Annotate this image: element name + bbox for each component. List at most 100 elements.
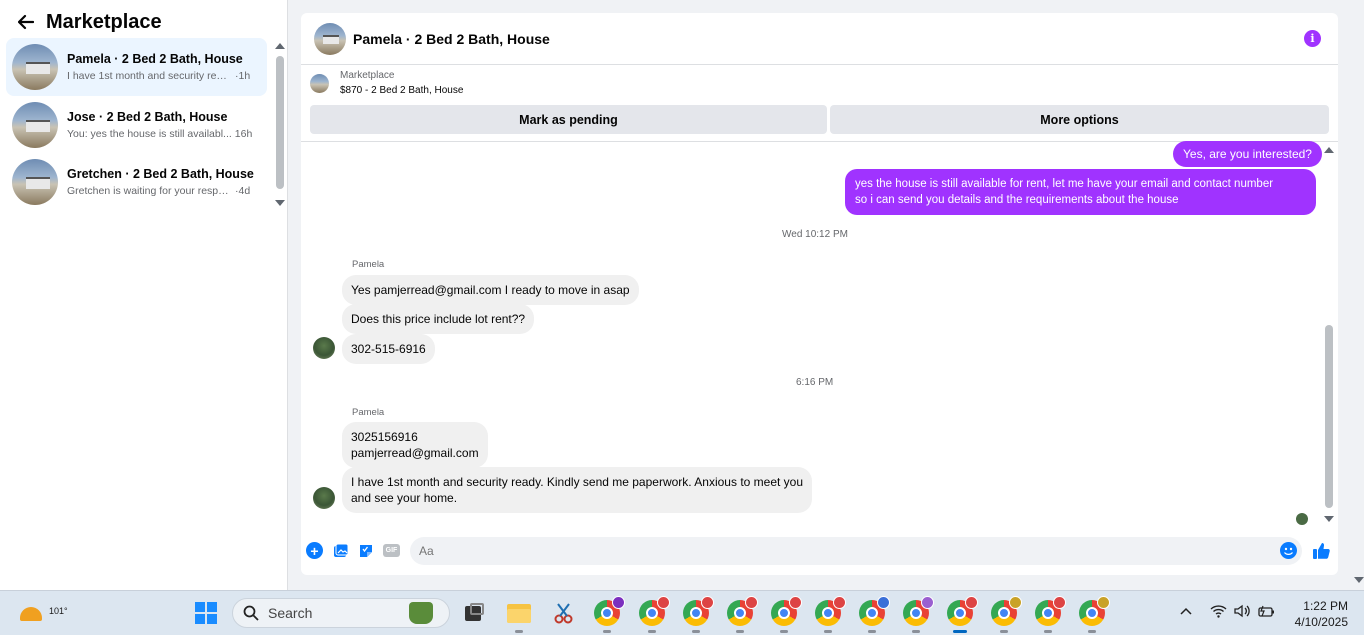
- back-arrow-icon[interactable]: [14, 10, 38, 34]
- chrome-icon[interactable]: [771, 596, 802, 633]
- chrome-icon-active[interactable]: [947, 596, 978, 633]
- conversation-item-pamela[interactable]: Pamela · 2 Bed 2 Bath, House I have 1st …: [6, 38, 267, 96]
- conversation-sidebar: Marketplace Pamela · 2 Bed 2 Bath, House…: [0, 0, 288, 590]
- volume-icon[interactable]: [1234, 604, 1251, 621]
- chat-title[interactable]: Pamela · 2 Bed 2 Bath, House: [353, 31, 550, 47]
- mark-as-pending-button[interactable]: Mark as pending: [310, 105, 827, 134]
- profile-badge-icon: [1009, 596, 1022, 609]
- listing-label: Marketplace: [340, 70, 395, 81]
- snipping-tool-icon[interactable]: [551, 600, 577, 626]
- message-line: pamjerread@gmail.com: [351, 446, 479, 460]
- sidebar-scrollbar[interactable]: [275, 43, 285, 206]
- message-outgoing: Yes, are you interested?: [1173, 141, 1322, 167]
- listing-info[interactable]: Marketplace $870 - 2 Bed 2 Bath, House: [310, 70, 463, 96]
- chrome-icon[interactable]: [727, 596, 758, 633]
- gif-icon[interactable]: GIF: [383, 544, 400, 557]
- clock-date: 4/10/2025: [1294, 615, 1348, 629]
- profile-badge-icon: [1097, 596, 1110, 609]
- active-indicator: [953, 630, 967, 633]
- scroll-up-arrow-icon[interactable]: [1324, 147, 1334, 153]
- chat-scrollbar[interactable]: [1324, 145, 1334, 525]
- file-explorer-icon[interactable]: [506, 600, 532, 633]
- photo-icon[interactable]: [332, 542, 349, 559]
- battery-icon[interactable]: [1258, 604, 1275, 621]
- scroll-up-arrow-icon[interactable]: [275, 43, 285, 49]
- scrollbar-thumb[interactable]: [1325, 325, 1333, 508]
- conversation-snippet: You: yes the house is still availabl...: [67, 128, 232, 140]
- search-highlight-icon: [409, 602, 433, 624]
- profile-badge-icon: [789, 596, 802, 609]
- message-outgoing: yes the house is still available for ren…: [845, 169, 1316, 215]
- seen-indicator-avatar: [1296, 513, 1308, 525]
- windows-taskbar: 101° Search 1:22 PM 4/10/2025: [0, 590, 1364, 635]
- timestamp: Wed 10:12 PM: [782, 229, 848, 240]
- profile-badge-icon: [833, 596, 846, 609]
- plus-icon[interactable]: +: [306, 542, 323, 559]
- chat-header: Pamela · 2 Bed 2 Bath, House: [301, 13, 1338, 65]
- conversation-time: 16h: [234, 128, 253, 140]
- conversation-item-gretchen[interactable]: Gretchen · 2 Bed 2 Bath, House Gretchen …: [6, 153, 267, 211]
- info-icon[interactable]: i: [1304, 30, 1321, 47]
- listing-thumbnail: [12, 44, 58, 90]
- message-incoming: Does this price include lot rent??: [342, 304, 535, 334]
- scroll-down-arrow-icon[interactable]: [275, 200, 285, 206]
- thumbs-up-icon[interactable]: [1311, 540, 1331, 560]
- profile-badge-icon: [612, 596, 625, 609]
- message-line: I have 1st month and security ready. Kin…: [351, 475, 804, 489]
- listing-price: $870 - 2 Bed 2 Bath, House: [340, 85, 464, 96]
- conversation-item-jose[interactable]: Jose · 2 Bed 2 Bath, House You: yes the …: [6, 96, 267, 154]
- sender-name: Pamela: [352, 259, 385, 270]
- chrome-icon[interactable]: [903, 596, 934, 633]
- sticker-icon[interactable]: [357, 542, 374, 559]
- sender-name: Pamela: [352, 407, 385, 418]
- conversation-snippet: I have 1st month and security read...: [67, 70, 232, 82]
- profile-badge-icon: [1053, 596, 1066, 609]
- chevron-up-icon[interactable]: [1180, 605, 1192, 619]
- listing-thumbnail: [12, 159, 58, 205]
- chrome-icon[interactable]: [1079, 596, 1110, 633]
- chrome-icon[interactable]: [639, 596, 670, 633]
- task-view-icon[interactable]: [461, 600, 487, 626]
- message-incoming: I have 1st month and security ready. Kin…: [342, 467, 812, 513]
- message-incoming: Yes pamjerread@gmail.com I ready to move…: [342, 275, 639, 305]
- chrome-icon[interactable]: [594, 596, 625, 633]
- system-clock[interactable]: 1:22 PM 4/10/2025: [1286, 598, 1348, 630]
- more-options-button[interactable]: More options: [830, 105, 1329, 134]
- taskbar-search[interactable]: Search: [232, 598, 450, 628]
- conversation-time: 4d: [238, 185, 251, 197]
- search-icon: [243, 605, 259, 621]
- conversation-name: Jose · 2 Bed 2 Bath, House: [67, 110, 228, 124]
- conversation-name: Gretchen · 2 Bed 2 Bath, House: [67, 167, 254, 181]
- profile-badge-icon: [965, 596, 978, 609]
- profile-badge-icon: [877, 596, 890, 609]
- profile-badge-icon: [657, 596, 670, 609]
- scrollbar-thumb[interactable]: [276, 56, 284, 189]
- clock-time: 1:22 PM: [1303, 599, 1348, 613]
- listing-thumbnail: [310, 74, 329, 93]
- windows-start-icon[interactable]: [195, 602, 217, 624]
- message-line: 3025156916: [351, 430, 418, 444]
- wifi-icon[interactable]: [1210, 604, 1227, 621]
- running-indicator: [515, 630, 523, 633]
- sender-avatar[interactable]: [313, 487, 335, 509]
- message-incoming: 302-515-6916: [342, 334, 435, 364]
- message-input[interactable]: [410, 537, 1302, 565]
- profile-badge-icon: [701, 596, 714, 609]
- chrome-icon[interactable]: [859, 596, 890, 633]
- chrome-icon[interactable]: [815, 596, 846, 633]
- sender-avatar[interactable]: [313, 337, 335, 359]
- chrome-icon[interactable]: [991, 596, 1022, 633]
- chat-panel: Pamela · 2 Bed 2 Bath, House i Marketpla…: [301, 13, 1338, 575]
- chrome-icon[interactable]: [1035, 596, 1066, 633]
- message-composer: + GIF: [301, 535, 1338, 567]
- chat-avatar[interactable]: [314, 22, 346, 55]
- message-line: yes the house is still available for ren…: [855, 178, 1274, 190]
- weather-temperature: 101°: [49, 606, 68, 616]
- weather-widget[interactable]: 101°: [18, 599, 68, 627]
- scroll-down-arrow-icon[interactable]: [1324, 516, 1334, 522]
- emoji-icon[interactable]: [1280, 542, 1297, 559]
- chrome-icon[interactable]: [683, 596, 714, 633]
- page-scroll-down-arrow-icon[interactable]: [1354, 577, 1364, 583]
- conversation-snippet: Gretchen is waiting for your respo...: [67, 185, 232, 197]
- listing-thumbnail: [12, 102, 58, 148]
